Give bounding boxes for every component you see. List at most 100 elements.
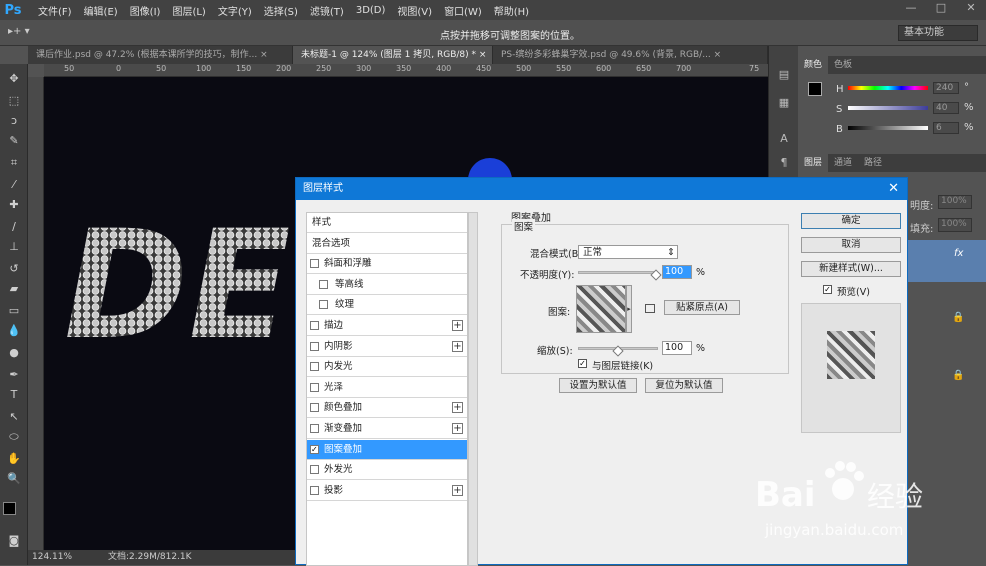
style-item-7[interactable]: 内发光 — [307, 357, 467, 378]
tab-layers[interactable]: 图层 — [798, 154, 829, 172]
style-checkbox[interactable] — [310, 321, 319, 330]
menu-type[interactable]: 文字(Y) — [218, 3, 252, 18]
history-brush-icon[interactable]: ↺ — [6, 262, 22, 276]
menu-edit[interactable]: 编辑(E) — [84, 3, 118, 18]
dialog-close-icon[interactable]: ✕ — [888, 178, 899, 200]
layer-row-selected[interactable]: fx — [908, 240, 986, 282]
preview-checkbox[interactable]: ✓ — [823, 285, 832, 294]
zoom-tool-icon[interactable]: 🔍 — [6, 472, 22, 486]
tab-channels[interactable]: 通道 — [828, 154, 858, 172]
minimize-button[interactable]: — — [896, 0, 926, 20]
style-checkbox[interactable] — [310, 403, 319, 413]
tab-color[interactable]: 颜色 — [798, 56, 829, 74]
workspace-select[interactable]: 基本功能 — [898, 25, 978, 41]
style-checkbox[interactable] — [310, 362, 319, 372]
paragraph-icon[interactable]: ¶ — [775, 156, 793, 172]
blend-mode-select[interactable]: 正常 ⇕ — [578, 245, 678, 259]
saturation-value[interactable]: 40 — [933, 102, 959, 114]
gradient-tool-icon[interactable]: ▭ — [6, 304, 22, 318]
reset-default-button[interactable]: 复位为默认值 — [645, 378, 723, 393]
close-tab-icon[interactable]: × — [714, 50, 722, 60]
menu-layer[interactable]: 图层(L) — [172, 3, 205, 18]
dodge-tool-icon[interactable]: ● — [6, 346, 22, 360]
layer-opacity-field[interactable]: 100% — [938, 195, 972, 209]
maximize-button[interactable]: □ — [926, 0, 956, 20]
menu-help[interactable]: 帮助(H) — [494, 3, 529, 18]
tab-paths[interactable]: 路径 — [858, 154, 888, 172]
style-item-13[interactable]: 投影 + — [307, 481, 467, 501]
brightness-value[interactable]: 6 — [933, 122, 959, 134]
ok-button[interactable]: 确定 — [801, 213, 901, 229]
menu-select[interactable]: 选择(S) — [264, 3, 298, 18]
style-item-0[interactable]: 样式 — [307, 213, 467, 233]
style-checkbox[interactable] — [310, 382, 319, 392]
foreground-color-chip[interactable] — [808, 82, 822, 96]
style-item-5[interactable]: 描边 + — [307, 316, 467, 336]
menu-image[interactable]: 图像(I) — [130, 3, 161, 18]
link-with-layer-checkbox[interactable]: ✓ — [578, 359, 587, 368]
style-checkbox[interactable] — [310, 424, 319, 433]
menu-file[interactable]: 文件(F) — [38, 3, 72, 18]
add-style-icon[interactable]: + — [452, 320, 463, 331]
opacity-input[interactable]: 100 — [662, 265, 692, 279]
tab-untitled-1[interactable]: 未标题-1 @ 124% (图层 1 拷贝, RGB/8) * × — [293, 46, 493, 64]
tab-swatches[interactable]: 色板 — [828, 56, 858, 74]
new-preset-icon[interactable] — [645, 304, 655, 313]
properties-icon[interactable]: ▦ — [775, 96, 793, 112]
zoom-level[interactable]: 124.11% — [32, 550, 72, 565]
saturation-slider[interactable] — [848, 106, 928, 110]
menu-window[interactable]: 窗口(W) — [444, 3, 482, 18]
style-item-2[interactable]: 斜面和浮雕 — [307, 254, 467, 275]
blur-tool-icon[interactable]: 💧 — [6, 324, 22, 338]
style-checkbox[interactable] — [319, 300, 328, 310]
hand-tool-icon[interactable]: ✋ — [6, 452, 22, 466]
brush-tool-icon[interactable]: ∕ — [6, 220, 22, 234]
character-icon[interactable]: A — [775, 132, 793, 148]
cancel-button[interactable]: 取消 — [801, 237, 901, 253]
style-checkbox[interactable] — [319, 279, 328, 289]
layer-fill-field[interactable]: 100% — [938, 218, 972, 232]
style-item-11[interactable]: ✓ 图案叠加 — [307, 439, 467, 460]
style-checkbox[interactable] — [310, 485, 319, 495]
opacity-slider[interactable] — [578, 271, 658, 274]
tab-homework-psd[interactable]: 课后作业.psd @ 47.2% (根据本课所学的技巧，制作... × — [28, 46, 293, 64]
style-checkbox[interactable]: ✓ — [310, 444, 319, 454]
scale-input[interactable]: 100 — [662, 341, 692, 355]
healing-tool-icon[interactable]: ✚ — [6, 198, 22, 212]
close-tab-icon[interactable]: × — [260, 50, 268, 60]
style-list-scrollbar[interactable] — [468, 212, 478, 566]
style-checkbox[interactable] — [310, 465, 319, 475]
new-style-button[interactable]: 新建样式(W)... — [801, 261, 901, 277]
eraser-tool-icon[interactable]: ▰ — [6, 282, 22, 296]
add-style-icon[interactable]: + — [452, 402, 463, 414]
hue-slider[interactable] — [848, 86, 928, 90]
quick-mask-icon[interactable]: ◙ — [6, 534, 22, 548]
move-tool-preset[interactable]: ▸+ ▾ — [8, 26, 30, 37]
path-select-icon[interactable]: ↖ — [6, 410, 22, 424]
crop-tool-icon[interactable]: ⌗ — [6, 156, 22, 170]
menu-view[interactable]: 视图(V) — [397, 3, 432, 18]
hue-value[interactable]: 240 — [933, 82, 959, 94]
brightness-slider[interactable] — [848, 126, 928, 130]
lasso-tool-icon[interactable]: ↄ — [6, 114, 22, 128]
type-tool-icon[interactable]: T — [6, 388, 22, 402]
style-item-10[interactable]: 渐变叠加 + — [307, 419, 467, 439]
tab-honeycomb-psd[interactable]: PS-缤纷多彩蜂巢字效.psd @ 49.6% (背景, RGB/... × — [493, 46, 768, 64]
quick-select-tool-icon[interactable]: ✎ — [6, 134, 22, 148]
move-tool-icon[interactable]: ✥ — [6, 72, 22, 86]
eyedropper-tool-icon[interactable]: ⁄ — [6, 178, 22, 192]
add-style-icon[interactable]: + — [452, 423, 463, 434]
snap-to-origin-button[interactable]: 贴紧原点(A) — [664, 300, 740, 315]
style-item-6[interactable]: 内阴影 + — [307, 337, 467, 357]
menu-filter[interactable]: 滤镜(T) — [310, 3, 344, 18]
style-item-4[interactable]: 纹理 — [307, 295, 467, 316]
shape-tool-icon[interactable]: ⬭ — [6, 430, 22, 444]
style-checkbox[interactable] — [310, 259, 319, 269]
close-window-button[interactable]: ✕ — [956, 0, 986, 20]
stamp-tool-icon[interactable]: ⊥ — [6, 240, 22, 254]
foreground-color-swatch[interactable] — [3, 502, 16, 515]
style-item-3[interactable]: 等高线 — [307, 275, 467, 295]
style-item-9[interactable]: 颜色叠加 + — [307, 398, 467, 419]
marquee-tool-icon[interactable]: ⬚ — [6, 94, 22, 108]
pen-tool-icon[interactable]: ✒ — [6, 368, 22, 382]
